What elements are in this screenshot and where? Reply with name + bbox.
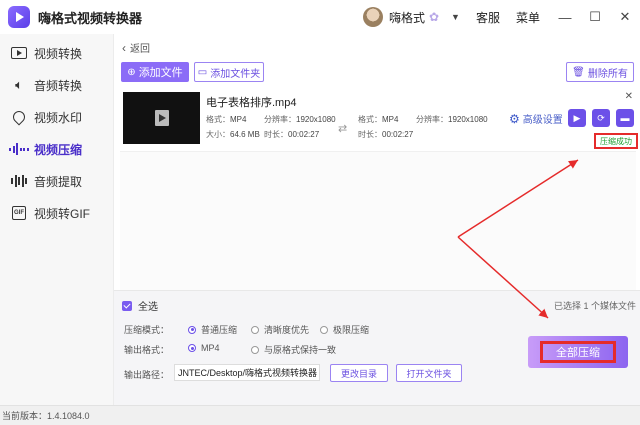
- vip-icon: ✿: [428, 10, 440, 24]
- radio-off-icon: [251, 325, 259, 334]
- compress-bars-icon: [9, 142, 29, 156]
- sidebar-item-label: 视频转换: [34, 46, 83, 61]
- sidebar-item-video-to-gif[interactable]: GIF 视频转GIF: [0, 197, 113, 229]
- refresh-icon: ⟳: [597, 112, 605, 123]
- app-logo-icon: [8, 6, 30, 28]
- back-label: 返回: [130, 44, 150, 55]
- sidebar-item-label: 视频压缩: [34, 142, 83, 157]
- play-icon: ▶: [573, 112, 581, 123]
- source-size: 大小：64.6 MB: [206, 130, 260, 139]
- add-folder-button[interactable]: ▭ 添加文件夹: [194, 62, 264, 82]
- video-icon: [10, 46, 28, 60]
- sidebar-item-label: 视频转GIF: [34, 206, 90, 221]
- advanced-settings-button[interactable]: ⚙ 高级设置: [509, 111, 563, 127]
- delete-all-label: 删除所有: [587, 68, 628, 80]
- title-bar-right: 嗨格式 ✿ ▼ 客服 菜单 — ☐ ✕: [362, 0, 640, 34]
- file-item[interactable]: 电子表格排序.mp4 格式：MP4 分辨率：1920x1080 大小：64.6 …: [120, 88, 638, 152]
- sidebar: 视频转换 🔈︎ 音频转换 视频水印 视频压缩 音频提取 GIF 视频转GIF: [0, 34, 114, 405]
- file-name: 电子表格排序.mp4: [206, 97, 297, 109]
- menu-button[interactable]: 菜单: [516, 9, 540, 26]
- radio-extreme-compress[interactable]: 极限压缩: [320, 323, 369, 336]
- sidebar-item-label: 音频提取: [34, 174, 83, 189]
- close-button[interactable]: ✕: [610, 9, 640, 25]
- app-title: 嗨格式视频转换器: [38, 10, 143, 26]
- source-duration: 时长：00:02:27: [264, 130, 320, 139]
- play-button[interactable]: ▶: [568, 109, 586, 127]
- folder-icon: ▬: [620, 113, 630, 123]
- sidebar-item-video-watermark[interactable]: 视频水印: [0, 101, 113, 133]
- radio-off-icon: [320, 325, 328, 334]
- sidebar-item-label: 音频转换: [34, 78, 83, 93]
- caret-down-icon[interactable]: ▼: [451, 12, 460, 22]
- output-duration: 时长：00:02:27: [358, 130, 414, 139]
- output-path-field[interactable]: JNTEC/Desktop/嗨格式视频转换器: [174, 364, 320, 381]
- output-path-label: 输出路径：: [124, 370, 170, 380]
- status-bar: 当前版本：1.4.1084.0: [0, 405, 640, 425]
- sidebar-item-video-compress[interactable]: 视频压缩: [0, 133, 113, 165]
- main-panel: ‹ 返回 ⊕ 添加文件 ▭ 添加文件夹 🗑︎ 删除所有 电子表格排序.mp4 格…: [114, 34, 640, 405]
- trash-icon: 🗑︎: [572, 66, 585, 78]
- bottom-settings-panel: 全选 已选择 1 个媒体文件 压缩模式： 普通压缩 清晰度优先 极限压缩 输出格…: [114, 290, 640, 405]
- select-all-label: 全选: [138, 302, 158, 313]
- remove-file-icon[interactable]: ✕: [625, 91, 633, 102]
- radio-off-icon: [251, 345, 259, 354]
- advanced-settings-label: 高级设置: [522, 115, 563, 126]
- radio-clarity-first[interactable]: 清晰度优先: [251, 323, 309, 336]
- audio-wave-icon: [10, 174, 28, 188]
- add-file-button[interactable]: ⊕ 添加文件: [121, 62, 189, 82]
- compress-mode-label: 压缩模式：: [124, 325, 170, 335]
- compress-all-label: 全部压缩: [540, 341, 616, 363]
- shuffle-arrow-icon: ⇄: [338, 123, 348, 135]
- username[interactable]: 嗨格式: [389, 9, 425, 26]
- open-folder-button[interactable]: ▬: [616, 109, 634, 127]
- radio-keep-original[interactable]: 与原格式保持一致: [251, 343, 336, 356]
- add-file-label: 添加文件: [138, 67, 183, 79]
- radio-on-icon: [188, 344, 196, 352]
- speaker-icon: 🔈︎: [15, 77, 23, 92]
- sidebar-item-audio-extract[interactable]: 音频提取: [0, 165, 113, 197]
- source-format: 格式：MP4: [206, 115, 247, 124]
- minimize-button[interactable]: —: [550, 10, 580, 25]
- output-format-label: 输出格式：: [124, 345, 170, 355]
- checkbox-checked-icon: [122, 300, 132, 311]
- radio-on-icon: [188, 325, 196, 334]
- compress-all-button[interactable]: 全部压缩: [528, 336, 628, 368]
- radio-normal-compress[interactable]: 普通压缩: [188, 323, 237, 336]
- sidebar-item-audio-convert[interactable]: 🔈︎ 音频转换: [0, 69, 113, 101]
- refresh-button[interactable]: ⟳: [592, 109, 610, 127]
- output-resolution: 分辨率：1920x1080: [416, 115, 488, 124]
- sidebar-item-video-convert[interactable]: 视频转换: [0, 37, 113, 69]
- title-bar: 嗨格式视频转换器 嗨格式 ✿ ▼ 客服 菜单 — ☐ ✕: [0, 0, 640, 34]
- back-button[interactable]: ‹ 返回: [122, 40, 150, 56]
- chevron-left-icon: ‹: [122, 40, 126, 55]
- add-folder-label: 添加文件夹: [210, 68, 261, 80]
- delete-all-button[interactable]: 🗑︎ 删除所有: [566, 62, 634, 82]
- version-text: 当前版本：1.4.1084.0: [2, 411, 90, 421]
- radio-format-mp4[interactable]: MP4: [188, 343, 220, 353]
- change-directory-button[interactable]: 更改目录: [330, 364, 388, 382]
- folder-icon: ▭: [197, 66, 208, 78]
- source-resolution: 分辨率：1920x1080: [264, 115, 336, 124]
- selected-count: 已选择 1 个媒体文件: [553, 301, 636, 311]
- gif-icon: GIF: [10, 206, 28, 220]
- maximize-button[interactable]: ☐: [580, 9, 610, 25]
- avatar[interactable]: [362, 7, 383, 27]
- file-list: 电子表格排序.mp4 格式：MP4 分辨率：1920x1080 大小：64.6 …: [120, 88, 638, 294]
- output-format: 格式：MP4: [358, 115, 399, 124]
- gear-icon: ⚙: [509, 111, 520, 126]
- video-thumbnail[interactable]: [123, 92, 200, 144]
- sidebar-item-label: 视频水印: [34, 110, 83, 125]
- plus-circle-icon: ⊕: [127, 66, 136, 78]
- video-file-icon: [154, 110, 169, 126]
- watermark-icon: [10, 108, 28, 126]
- select-all-checkbox[interactable]: 全选: [122, 298, 158, 313]
- open-folder-button[interactable]: 打开文件夹: [396, 364, 462, 382]
- status-badge: 压缩成功: [594, 133, 638, 149]
- customer-service-button[interactable]: 客服: [476, 9, 500, 26]
